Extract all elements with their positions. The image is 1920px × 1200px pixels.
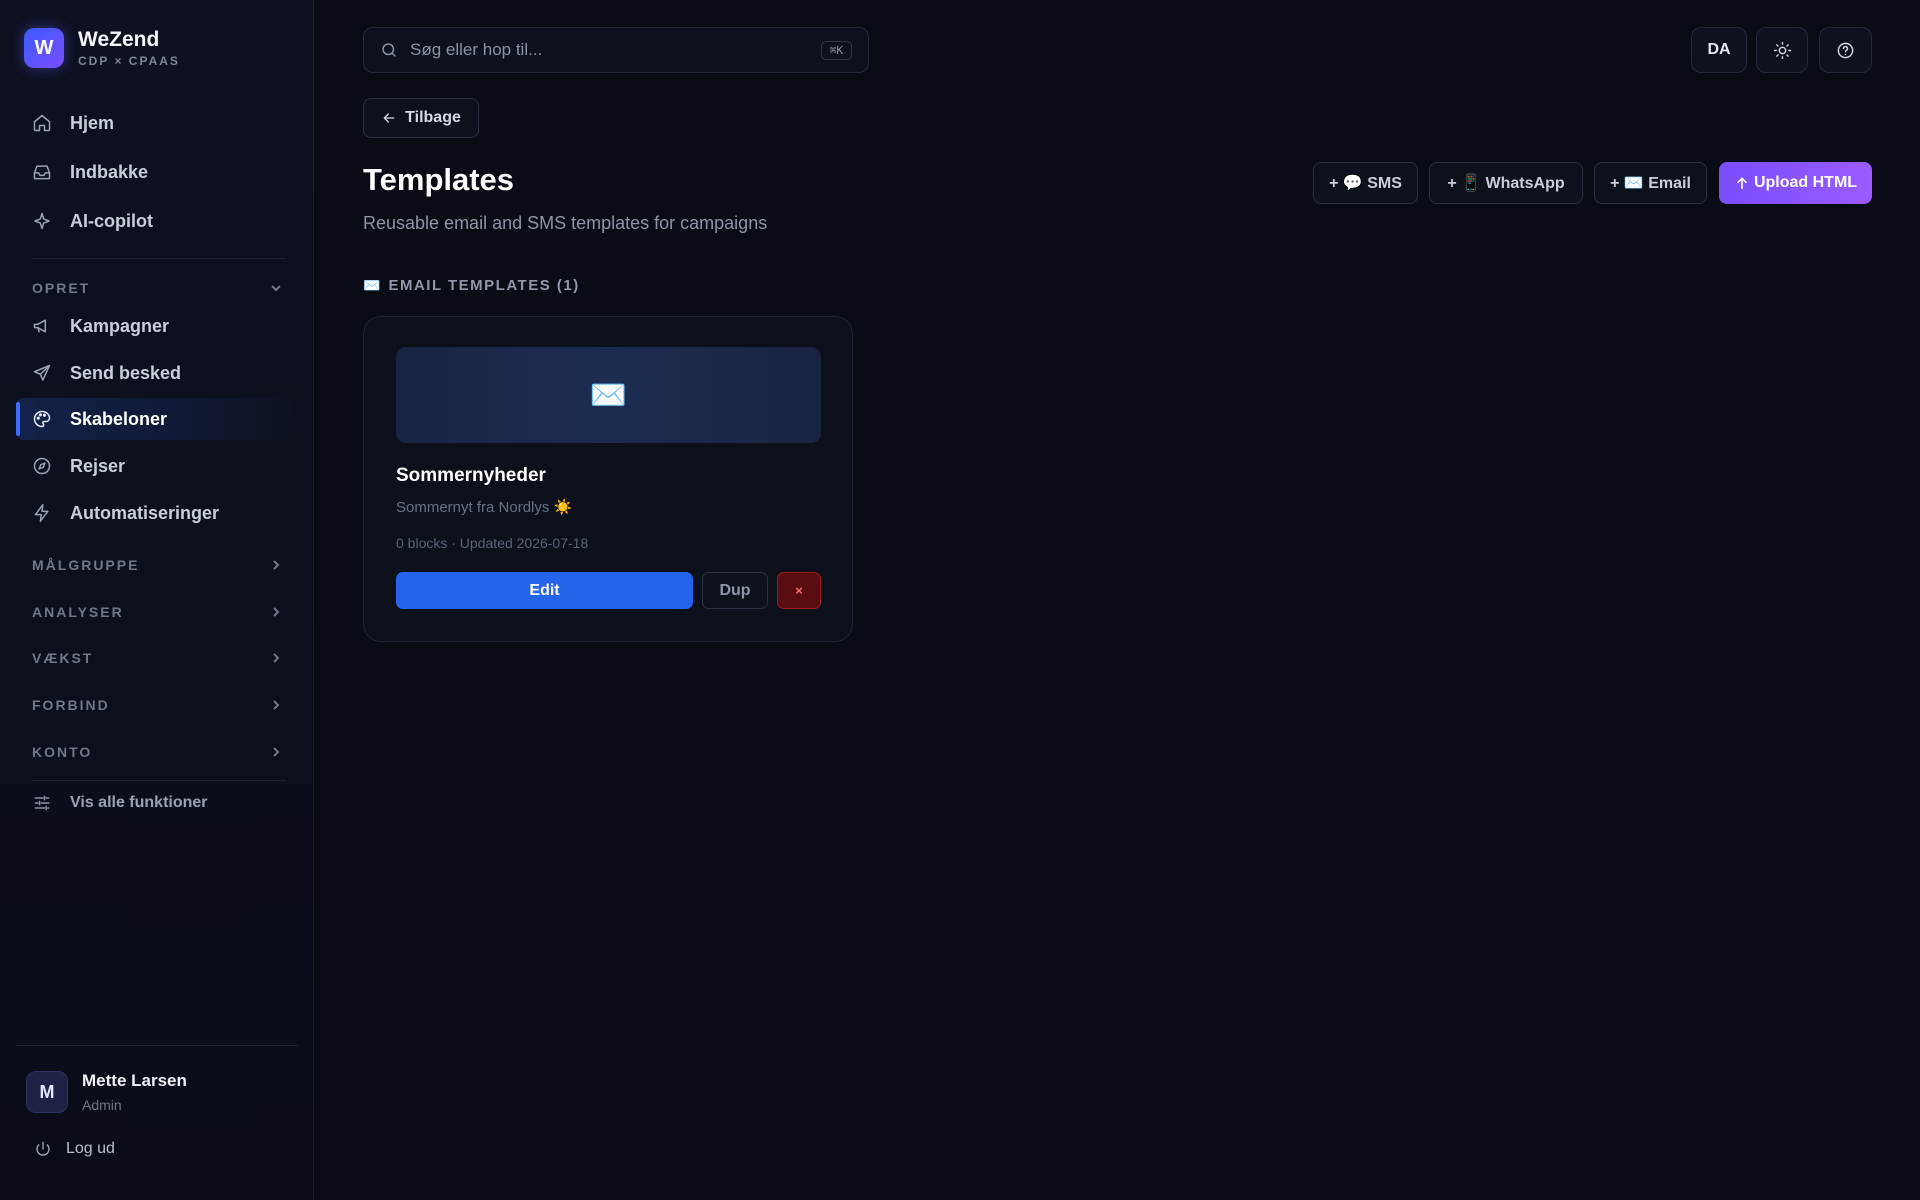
sidebar-item-send-besked[interactable]: Send besked (16, 352, 298, 394)
template-subject: Sommernyt fra Nordlys ☀️ (396, 499, 573, 516)
show-all-label: Vis alle funktioner (70, 794, 208, 811)
sidebar-item-label: Rejser (70, 455, 126, 476)
section-konto[interactable]: KONTO (32, 740, 282, 764)
brand-name: WeZend (78, 28, 160, 51)
lightning-icon (34, 503, 49, 523)
sidebar-item-label: Send besked (70, 362, 182, 383)
sparkle-icon (34, 212, 50, 230)
section-label: MÅLGRUPPE (32, 557, 140, 573)
brand[interactable]: W WeZend CDP × CPAAS (24, 28, 180, 68)
brand-subtitle: CDP × CPAAS (78, 54, 180, 68)
sidebar-divider (16, 1045, 298, 1046)
sliders-icon (34, 795, 50, 811)
email-templates-heading: ✉️ EMAIL TEMPLATES (1) (363, 277, 580, 294)
megaphone-icon (33, 319, 47, 333)
sidebar-item-ai-copilot[interactable]: AI-copilot (16, 200, 298, 242)
sidebar-item-label: Kampagner (70, 315, 170, 336)
sidebar-item-label: Automatiseringer (70, 502, 220, 523)
page-subtitle: Reusable email and SMS templates for cam… (363, 213, 768, 233)
back-label: Tilbage (405, 109, 461, 126)
section-label: ANALYSER (32, 604, 124, 620)
duplicate-button[interactable]: Dup (702, 572, 768, 609)
chevron-right-icon (273, 700, 280, 710)
sidebar-item-kampagner[interactable]: Kampagner (16, 305, 298, 347)
arrow-up-icon (1737, 177, 1747, 190)
upload-label: Upload HTML (1753, 174, 1858, 191)
send-icon (33, 364, 51, 381)
arrow-left-icon (383, 113, 395, 123)
user-name: Mette Larsen (82, 1071, 187, 1090)
help-icon (1837, 42, 1854, 58)
group-heading-label: EMAIL TEMPLATES (1) (388, 277, 580, 294)
sidebar-item-skabeloner[interactable]: Skabeloner (16, 398, 298, 440)
sidebar-item-hjem[interactable]: Hjem (16, 102, 298, 144)
new-email-button[interactable]: + ✉️ Email (1594, 162, 1707, 204)
sidebar: W WeZend CDP × CPAAS Hjem Indbakke AI-co… (0, 0, 314, 1200)
brand-logo: W (24, 28, 64, 68)
sun-icon (1773, 41, 1791, 59)
new-whatsapp-button[interactable]: + 📱 WhatsApp (1429, 162, 1583, 204)
inbox-icon (33, 165, 51, 180)
section-analyser[interactable]: ANALYSER (32, 600, 282, 624)
language-button[interactable]: DA (1691, 27, 1747, 73)
home-icon (33, 114, 51, 132)
section-label: VÆKST (32, 650, 94, 666)
section-label: OPRET (32, 280, 91, 296)
new-sms-button[interactable]: + 💬 SMS (1313, 162, 1418, 204)
sidebar-divider (32, 780, 286, 781)
logout-button[interactable]: Log ud (34, 1140, 115, 1158)
sidebar-item-label: Skabeloner (70, 408, 168, 429)
sidebar-item-label: Hjem (70, 112, 115, 133)
template-thumbnail[interactable]: ✉️ (396, 347, 821, 443)
template-meta: 0 blocks · Updated 2026-07-18 (396, 535, 589, 551)
sidebar-item-label: Indbakke (70, 161, 149, 182)
template-card[interactable]: ✉️ Sommernyheder Sommernyt fra Nordlys ☀… (363, 316, 853, 642)
template-name: Sommernyheder (396, 465, 546, 486)
user-card[interactable]: M Mette Larsen Admin (26, 1071, 187, 1113)
page-title: Templates (363, 162, 515, 197)
edit-button[interactable]: Edit (396, 572, 693, 609)
section-forbind[interactable]: FORBIND (32, 693, 282, 717)
section-label: FORBIND (32, 697, 110, 713)
avatar: M (26, 1071, 68, 1113)
sidebar-item-indbakke[interactable]: Indbakke (16, 151, 298, 193)
chevron-right-icon (273, 607, 280, 617)
compass-icon (33, 457, 51, 475)
envelope-icon: ✉️ (589, 378, 628, 412)
chevron-right-icon (273, 653, 280, 663)
sidebar-divider (32, 258, 286, 259)
user-role: Admin (82, 1097, 122, 1113)
theme-toggle-button[interactable] (1756, 27, 1808, 73)
logout-label: Log ud (66, 1140, 115, 1157)
palette-icon (33, 410, 51, 428)
delete-button[interactable]: × (777, 572, 821, 609)
upload-html-button[interactable]: Upload HTML (1719, 162, 1872, 204)
help-button[interactable] (1819, 27, 1872, 73)
sidebar-item-label: AI-copilot (70, 210, 153, 231)
search-placeholder: Søg eller hop til... (410, 40, 543, 59)
power-icon (36, 1141, 50, 1156)
chevron-right-icon (273, 560, 280, 570)
section-opret[interactable]: OPRET (32, 276, 282, 300)
search-shortcut: ⌘K (820, 40, 852, 60)
section-malgruppe[interactable]: MÅLGRUPPE (32, 553, 282, 577)
chevron-right-icon (273, 747, 280, 757)
search-input[interactable]: Søg eller hop til... ⌘K (363, 27, 869, 73)
search-icon (382, 43, 396, 57)
chevron-down-icon (271, 285, 281, 292)
sidebar-item-rejser[interactable]: Rejser (16, 445, 298, 487)
envelope-icon: ✉️ (363, 277, 381, 293)
section-label: KONTO (32, 744, 93, 760)
show-all-features[interactable]: Vis alle funktioner (32, 788, 208, 818)
sidebar-item-automatiseringer[interactable]: Automatiseringer (16, 492, 298, 534)
back-button[interactable]: Tilbage (363, 98, 479, 138)
section-vaekst[interactable]: VÆKST (32, 646, 282, 670)
